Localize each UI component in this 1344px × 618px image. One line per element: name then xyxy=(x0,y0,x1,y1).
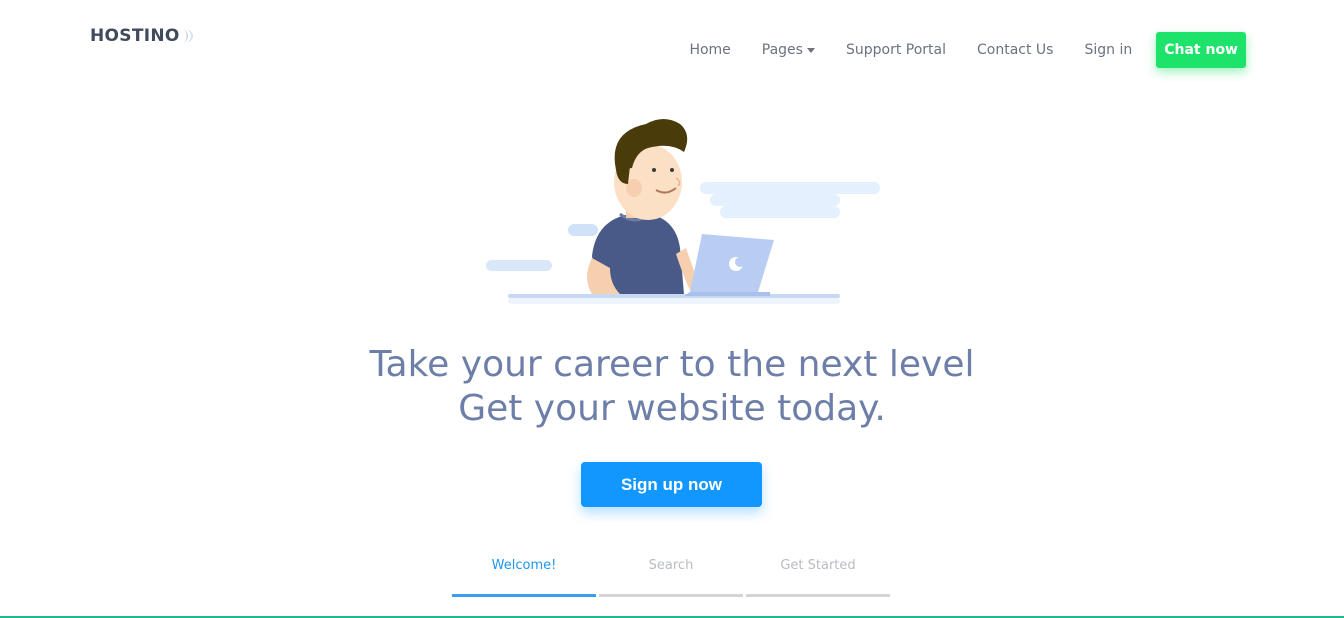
sign-up-button[interactable]: Sign up now xyxy=(581,462,762,507)
tab-get-started[interactable]: Get Started xyxy=(746,552,890,597)
nav-home[interactable]: Home xyxy=(689,42,730,58)
nav-support-portal-label: Support Portal xyxy=(845,42,946,58)
nav-contact-us[interactable]: Contact Us xyxy=(977,42,1053,58)
chat-now-button[interactable]: Chat now xyxy=(1156,32,1246,68)
nav-support-portal[interactable]: Support Portal xyxy=(846,42,946,58)
hero-illustration xyxy=(486,119,880,304)
logo[interactable]: HOSTINO xyxy=(90,26,193,46)
page: HOSTINO Home Pages Support Portal Contac… xyxy=(0,0,1344,618)
nav-pages[interactable]: Pages xyxy=(762,42,815,58)
feature-tabs: Welcome! Search Get Started xyxy=(452,552,890,597)
logo-text: HOSTINO xyxy=(90,26,180,46)
logo-mark-icon xyxy=(183,29,193,43)
nav-home-label: Home xyxy=(689,42,731,58)
caret-down-icon xyxy=(806,47,815,53)
hero-line-1: Take your career to the next level xyxy=(369,344,975,385)
tab-search[interactable]: Search xyxy=(599,552,743,597)
nav-sign-in[interactable]: Sign in xyxy=(1084,42,1132,58)
nav-pages-label: Pages xyxy=(761,42,803,58)
hero-heading: Take your career to the next level Get y… xyxy=(0,343,1344,431)
hero-line-2: Get your website today. xyxy=(458,388,886,429)
nav-sign-in-label: Sign in xyxy=(1084,42,1133,58)
nav-contact-us-label: Contact Us xyxy=(977,42,1054,58)
tab-welcome[interactable]: Welcome! xyxy=(452,552,596,597)
main-nav: Home Pages Support Portal Contact Us Sig… xyxy=(689,32,1246,68)
